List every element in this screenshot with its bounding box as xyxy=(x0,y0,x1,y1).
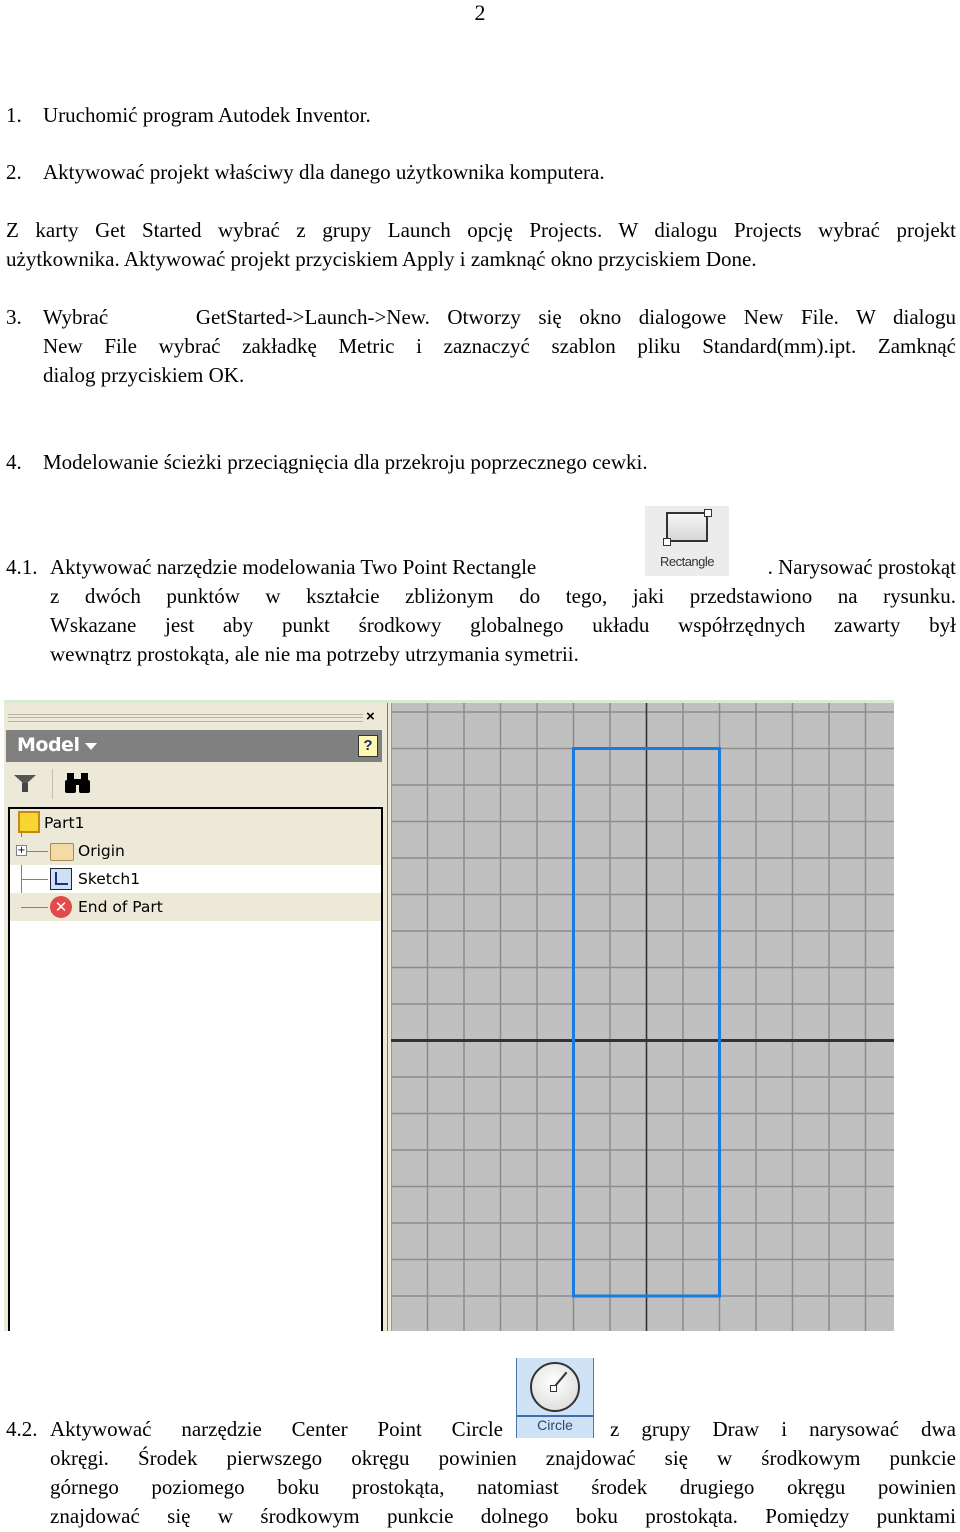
step-3-line-1: Wybrać GetStarted->Launch->New. Otworzy … xyxy=(43,305,956,329)
step-3-line-3: dialog przyciskiem OK. xyxy=(43,363,245,387)
step-2-text: Aktywować projekt właściwy dla danego uż… xyxy=(43,160,605,184)
step-2-number: 2. xyxy=(6,160,22,184)
step-4-2-number: 4.2. xyxy=(6,1417,38,1441)
step-4-2-line-3: górnego poziomego boku prostokąta, natom… xyxy=(50,1475,956,1499)
folder-icon xyxy=(50,843,74,861)
step-4-1-number: 4.1. xyxy=(6,555,38,579)
circle-tool-button[interactable]: Circle xyxy=(516,1358,594,1438)
step-4-number: 4. xyxy=(6,450,22,474)
chevron-down-icon[interactable] xyxy=(85,743,97,750)
step-4-1-line-4: wewnątrz prostokąta, ale nie ma potrzeby… xyxy=(50,642,579,666)
tree-connector xyxy=(21,907,48,908)
rectangle-tool-label: Rectangle xyxy=(659,554,715,569)
step-4-1-line-1-after: . Narysować prostokąt xyxy=(767,555,956,579)
part-icon xyxy=(18,811,40,833)
step-1-text: Uruchomić program Autodek Inventor. xyxy=(43,103,371,127)
tree-item-part1[interactable]: Part1 xyxy=(10,809,381,837)
sketch-icon xyxy=(50,868,72,890)
step-4: 4. Modelowanie ścieżki przeciągnięcia dl… xyxy=(6,448,648,477)
circle-center-icon xyxy=(550,1385,557,1392)
step-4-1-line-1-before: Aktywować narzędzie modelowania Two Poin… xyxy=(50,555,537,579)
step-1: 1. Uruchomić program Autodek Inventor. xyxy=(6,101,371,130)
canvas-background xyxy=(391,703,894,1331)
step-4-1-line-2: z dwóch punktów w kształcie zbliżonym do… xyxy=(50,584,956,608)
page-number: 2 xyxy=(474,0,486,25)
step-3-line-2: New File wybrać zakładkę Metric i zaznac… xyxy=(43,334,956,358)
tree-item-label: Origin xyxy=(78,842,125,860)
expand-icon[interactable]: + xyxy=(16,845,27,856)
browser-toolbar xyxy=(6,765,382,801)
toolbar-divider xyxy=(52,769,53,799)
rectangle-handle-icon xyxy=(663,538,671,546)
panel-grip-handle[interactable] xyxy=(8,714,363,722)
step-2-note-line-1: Z karty Get Started wybrać z grupy Launc… xyxy=(6,218,956,242)
rectangle-handle-icon xyxy=(704,509,712,517)
rectangle-tool-button[interactable]: Rectangle xyxy=(645,506,729,576)
model-browser-panel: × Model ? Part1 + Origin Sketch1 ✕ End o… xyxy=(4,703,387,1331)
circle-tool-label: Circle xyxy=(537,1417,573,1433)
filter-icon-stem xyxy=(22,783,28,792)
tree-item-end-of-part[interactable]: ✕ End of Part xyxy=(10,893,381,921)
tree-item-label: Sketch1 xyxy=(78,870,141,888)
sketch-canvas[interactable] xyxy=(391,703,894,1331)
step-4-2-line-4: znajdować się w środkowym punkcie dolneg… xyxy=(50,1504,956,1528)
step-4-2-line-2: okręgi. Środek pierwszego okręgu powinie… xyxy=(50,1446,956,1470)
step-4-2-line-1-before: Aktywować narzędzie Center Point Circle xyxy=(50,1417,503,1441)
step-4-text: Modelowanie ścieżki przeciągnięcia dla p… xyxy=(43,450,648,474)
end-of-part-icon: ✕ xyxy=(50,896,72,918)
close-icon[interactable]: × xyxy=(366,708,375,725)
help-icon[interactable]: ? xyxy=(358,735,378,757)
tree-item-sketch1[interactable]: Sketch1 xyxy=(10,865,381,893)
model-browser-header[interactable]: Model ? xyxy=(6,730,382,762)
sketch-grid xyxy=(391,703,894,1331)
tree-item-origin[interactable]: + Origin xyxy=(10,837,381,865)
model-tree: Part1 + Origin Sketch1 ✕ End of Part xyxy=(8,807,383,1331)
rectangle-tool-icon xyxy=(666,512,708,542)
step-2-note-line-2: użytkownika. Aktywować projekt przyciski… xyxy=(6,247,757,271)
model-browser-title: Model xyxy=(17,734,80,756)
inventor-screenshot: × Model ? Part1 + Origin Sketch1 ✕ End o… xyxy=(4,700,894,1331)
tree-connector xyxy=(26,851,48,852)
step-4-1-line-3: Wskazane jest aby punkt środkowy globaln… xyxy=(50,613,956,637)
tree-item-label: End of Part xyxy=(78,898,163,916)
step-2: 2. Aktywować projekt właściwy dla danego… xyxy=(6,158,605,187)
step-3-number: 3. xyxy=(6,305,22,329)
step-1-number: 1. xyxy=(6,103,22,127)
tree-item-label: Part1 xyxy=(44,814,85,832)
step-4-2-line-1-after: z grupy Draw i narysować dwa xyxy=(610,1417,956,1441)
tree-connector xyxy=(21,879,48,880)
binoculars-find-icon[interactable] xyxy=(64,771,92,800)
